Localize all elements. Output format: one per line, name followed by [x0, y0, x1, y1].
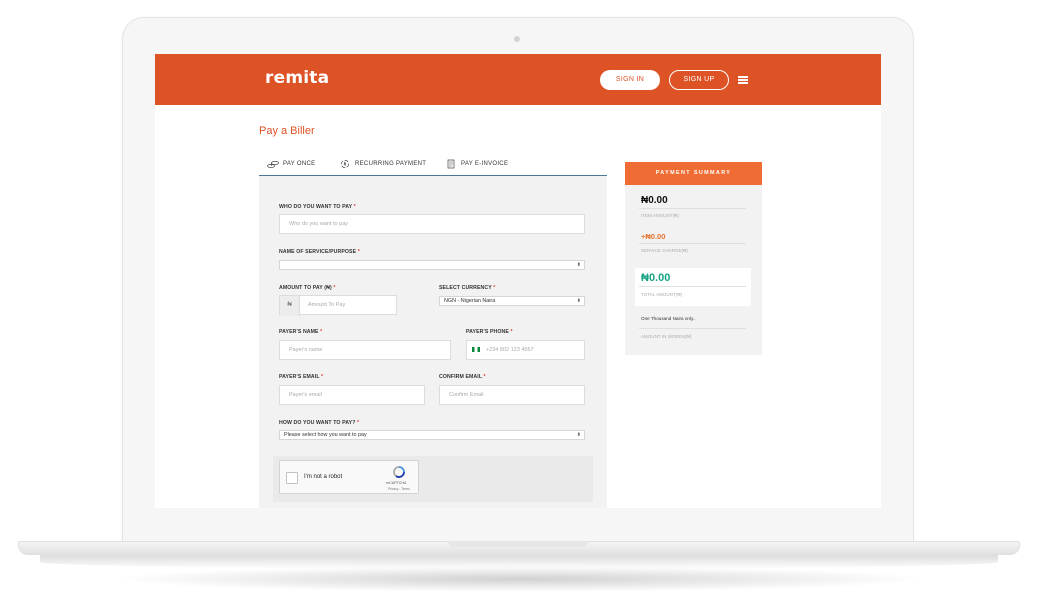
amount-placeholder: Amount To Pay: [308, 302, 346, 308]
tab-pay-once-label: PAY ONCE: [283, 161, 316, 167]
biller-form: WHO DO YOU WANT TO PAY * Who do you want…: [259, 176, 607, 508]
who-input[interactable]: Who do you want to pay: [279, 214, 585, 234]
currency-select[interactable]: NGN - Nigerian Naira ⬍: [439, 296, 585, 306]
coins-icon: [267, 161, 279, 168]
screen: remita SIGN IN SIGN UP Pay a Biller PAY …: [155, 54, 881, 508]
tab-pay-once[interactable]: PAY ONCE: [267, 157, 315, 171]
recaptcha-terms[interactable]: Privacy - Terms: [388, 487, 410, 491]
summary-title: PAYMENT SUMMARY: [625, 162, 762, 185]
payer-name-input[interactable]: Payer's name: [279, 340, 451, 360]
amount-label: AMOUNT TO PAY (₦) *: [279, 285, 336, 291]
page-title: Pay a Biller: [259, 125, 315, 137]
payer-phone-label: PAYER'S PHONE *: [466, 329, 513, 335]
phone-placeholder: +234 802 123 4567: [486, 347, 534, 353]
item-amount: ₦0.00: [641, 195, 668, 206]
divider: [639, 243, 746, 244]
total-amount: ₦0.00: [641, 272, 671, 284]
recaptcha-logo-icon: [393, 466, 405, 478]
divider: [639, 328, 746, 329]
camera-dot: [514, 36, 520, 42]
amount-in-words: One Thousand Naira only..: [641, 316, 696, 321]
service-charge-caption: SERVICE CHARGE(₦): [641, 248, 688, 253]
divider: [639, 286, 746, 287]
select-arrow-icon: ⬍: [576, 262, 581, 268]
service-label: NAME OF SERVICE/PURPOSE *: [279, 249, 360, 255]
laptop-base-bottom: [40, 555, 998, 569]
payment-tabs: PAY ONCE ₦ RECURRING PAYMENT PAY E-INVOI…: [259, 154, 607, 181]
tab-pay-e-invoice[interactable]: PAY E-INVOICE: [445, 157, 508, 171]
recaptcha-brand: reCAPTCHA: [386, 481, 407, 485]
captcha-container: I'm not a robot reCAPTCHA Privacy - Term…: [273, 456, 593, 502]
laptop-shadow: [110, 566, 930, 592]
tab-e-invoice-label: PAY E-INVOICE: [461, 161, 509, 167]
recaptcha-widget: I'm not a robot reCAPTCHA Privacy - Term…: [279, 460, 419, 494]
invoice-icon: [447, 159, 455, 169]
naira-prefix: ₦: [280, 296, 300, 316]
recurring-icon: ₦: [341, 160, 349, 168]
tab-recurring-payment[interactable]: ₦ RECURRING PAYMENT: [339, 157, 426, 171]
confirm-email-label: CONFIRM EMAIL *: [439, 374, 486, 380]
amount-input[interactable]: ₦ Amount To Pay: [279, 295, 397, 316]
top-navbar: remita SIGN IN SIGN UP: [155, 54, 881, 105]
tab-recurring-label: RECURRING PAYMENT: [355, 161, 427, 167]
confirm-email-input[interactable]: Confirm Email: [439, 385, 585, 405]
remita-logo[interactable]: remita: [265, 68, 329, 88]
item-amount-caption: ITEM AMOUNT(₦): [641, 213, 679, 218]
recaptcha-checkbox[interactable]: [286, 472, 298, 484]
payment-method-label: HOW DO YOU WANT TO PAY? *: [279, 420, 360, 426]
sign-in-button[interactable]: SIGN IN: [600, 70, 660, 90]
amount-in-words-caption: AMOUNT IN WORDS(₦): [641, 334, 692, 339]
laptop-notch: [448, 541, 588, 547]
payer-email-label: PAYER'S EMAIL *: [279, 374, 324, 380]
who-label: WHO DO YOU WANT TO PAY *: [279, 204, 356, 210]
laptop-mockup: remita SIGN IN SIGN UP Pay a Biller PAY …: [0, 0, 1040, 609]
payment-summary: PAYMENT SUMMARY ₦0.00 ITEM AMOUNT(₦) +₦0…: [625, 162, 762, 355]
recaptcha-text: I'm not a robot: [304, 474, 343, 480]
total-amount-caption: TOTAL AMOUNT(₦): [641, 292, 683, 297]
divider: [639, 208, 746, 209]
service-charge: +₦0.00: [641, 232, 666, 241]
nigeria-flag-icon[interactable]: [472, 347, 480, 353]
payer-phone-input[interactable]: +234 802 123 4567: [466, 340, 585, 360]
payer-name-label: PAYER'S NAME *: [279, 329, 323, 335]
sign-up-button[interactable]: SIGN UP: [669, 70, 729, 90]
currency-label: SELECT CURRENCY *: [439, 285, 496, 291]
payer-email-input[interactable]: Payer's email: [279, 385, 425, 405]
hamburger-menu-icon[interactable]: [738, 76, 748, 84]
svg-text:₦: ₦: [344, 162, 347, 167]
select-arrow-icon: ⬍: [576, 432, 581, 438]
payment-method-select[interactable]: Please select how you want to pay ⬍: [279, 430, 585, 440]
service-select[interactable]: ⬍: [279, 260, 585, 270]
select-arrow-icon: ⬍: [576, 298, 581, 304]
